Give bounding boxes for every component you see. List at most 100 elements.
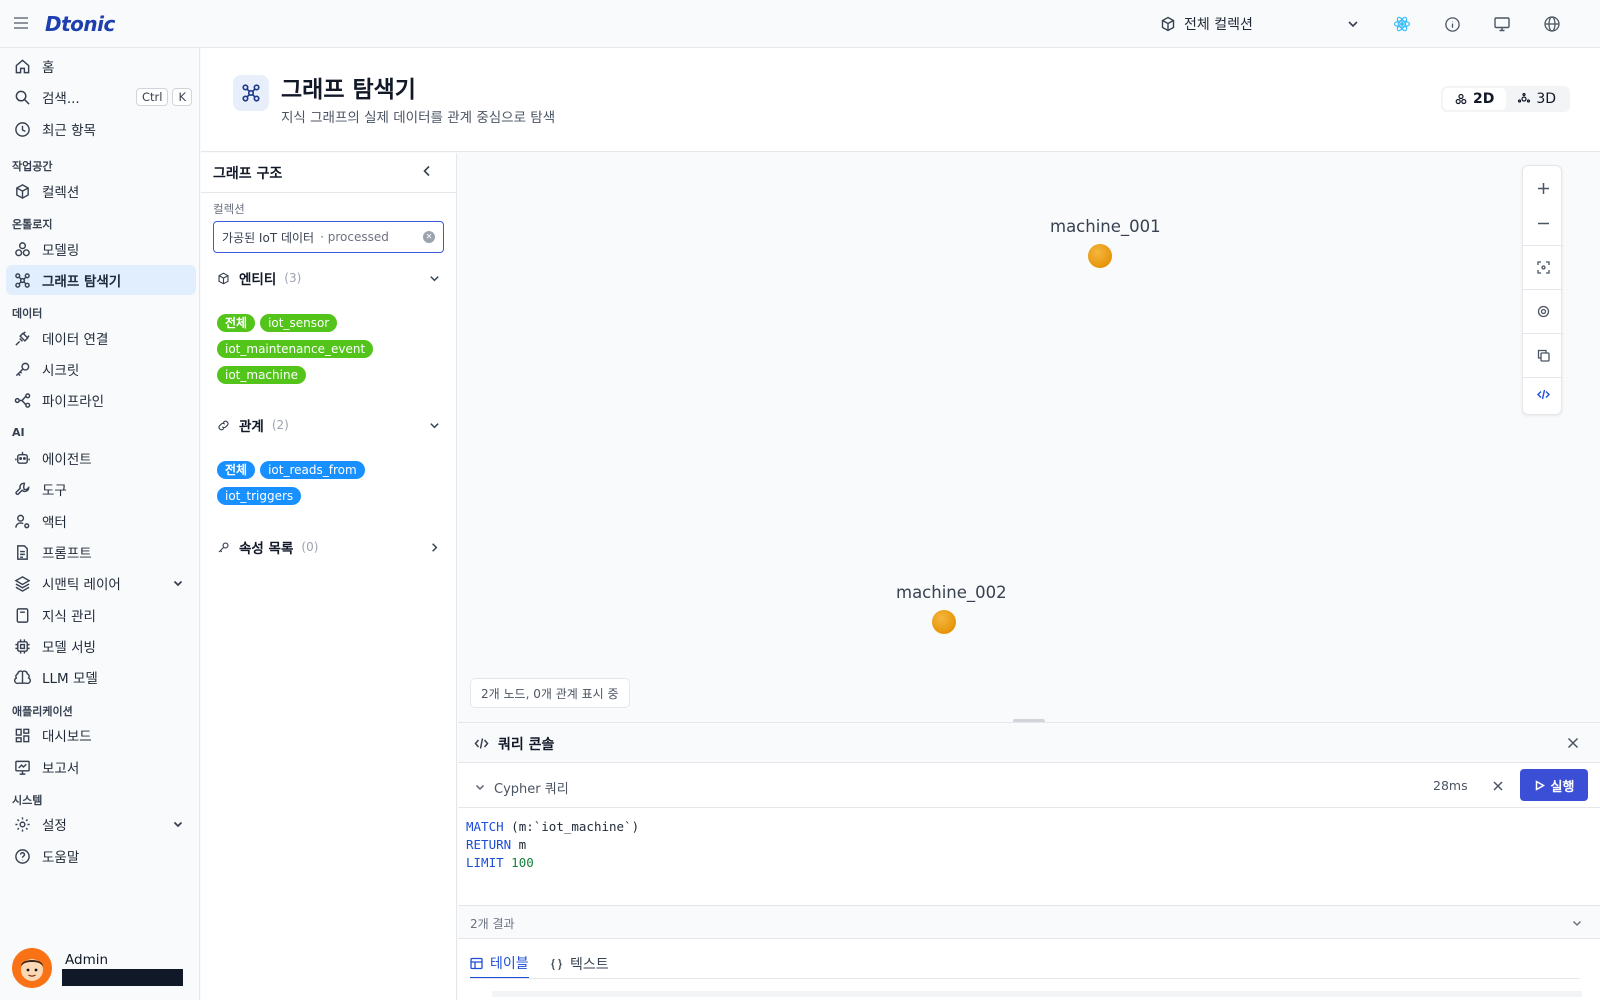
sidebar-item-graph-explorer[interactable]: 그래프 탐색기	[6, 265, 196, 295]
entity-tag-list: 전체 iot_sensor iot_maintenance_event iot_…	[217, 314, 442, 384]
sidebar-item-semantic-layer[interactable]: 시맨틱 레이어	[6, 568, 196, 598]
entity-tag[interactable]: 전체	[217, 314, 256, 332]
sidebar-item-settings[interactable]: 설정	[6, 809, 196, 839]
entities-section-header[interactable]: 엔티티 (3)	[217, 267, 441, 289]
sidebar-item-label: 데이터 연결	[42, 332, 109, 348]
sidebar-item-label: 설정	[42, 818, 67, 834]
link-icon	[218, 420, 229, 430]
relation-tag[interactable]: 전체	[217, 461, 256, 479]
plus-icon	[1537, 182, 1549, 194]
sidebar-item-prompt[interactable]: 프롬프트	[6, 537, 196, 567]
sidebar-item-secret[interactable]: 시크릿	[6, 354, 196, 384]
copy-button[interactable]	[1523, 333, 1563, 377]
graph-status: 2개 노드, 0개 관계 표시 중	[470, 678, 630, 708]
relation-tag[interactable]: iot_reads_from	[260, 461, 365, 479]
sidebar-item-label: 홈	[42, 60, 55, 76]
view-3d-button[interactable]: 3D	[1506, 88, 1568, 110]
relations-section-header[interactable]: 관계 (2)	[217, 414, 441, 436]
globe-icon[interactable]	[1540, 12, 1564, 36]
sidebar-item-report[interactable]: 보고서	[6, 752, 196, 782]
tab-table[interactable]: 테이블	[470, 949, 529, 979]
run-button[interactable]: 실행	[1520, 769, 1588, 801]
sidebar-item-model-serving[interactable]: 모델 서빙	[6, 631, 196, 661]
fit-view-button[interactable]	[1523, 245, 1563, 289]
clear-icon[interactable]: ✕	[423, 231, 435, 243]
chevron-down-icon	[430, 422, 439, 428]
collection-select[interactable]: 전체 컬렉션	[1160, 10, 1360, 38]
sidebar-item-help[interactable]: 도움말	[6, 841, 196, 871]
console-title: 쿼리 콘솔	[498, 737, 555, 753]
gear-icon	[1537, 305, 1549, 317]
sidebar-item-pipeline[interactable]: 파이프라인	[6, 385, 196, 415]
sidebar-item-label: 시크릿	[42, 363, 80, 379]
entity-tag[interactable]: iot_machine	[217, 366, 306, 384]
sidebar-item-collection[interactable]: 컬렉션	[6, 176, 196, 206]
chevron-down-icon	[173, 580, 183, 587]
sidebar-item-search[interactable]: 검색... Ctrl K	[6, 82, 196, 112]
bot-icon	[15, 451, 30, 464]
sidebar-item-label: 모델링	[42, 243, 80, 259]
user-name: Admin	[65, 952, 109, 968]
user-profile[interactable]: Admin	[10, 942, 190, 988]
query-editor[interactable]: MATCH (m:`iot_machine`) RETURN m LIMIT 1…	[466, 818, 639, 872]
sidebar: 홈 검색... Ctrl K 최근 항목 작업공간 컬렉션 온톨로지 모델링 그…	[0, 48, 200, 1000]
monitor-icon[interactable]	[1490, 12, 1514, 36]
file-text-icon	[17, 544, 28, 560]
console-header: 쿼리 콘솔	[458, 723, 1600, 763]
settings-button[interactable]	[1523, 289, 1563, 333]
sidebar-item-label: 보고서	[42, 761, 80, 777]
sidebar-item-data-connect[interactable]: 데이터 연결	[6, 323, 196, 353]
chevron-down-icon[interactable]	[474, 781, 486, 793]
sidebar-item-label: 지식 관리	[42, 609, 96, 625]
entities-count: (3)	[284, 271, 302, 285]
sidebar-item-recent[interactable]: 최근 항목	[6, 114, 196, 144]
home-icon	[15, 58, 30, 73]
sidebar-item-dashboard[interactable]: 대시보드	[6, 720, 196, 750]
relation-tag[interactable]: iot_triggers	[217, 487, 302, 505]
view-2d-button[interactable]: 2D	[1443, 88, 1507, 110]
app-logo[interactable]: Dtonic	[45, 12, 115, 36]
relations-count: (2)	[271, 418, 289, 432]
run-button-label: 실행	[1550, 779, 1575, 795]
close-icon[interactable]	[1566, 736, 1580, 750]
search-icon	[15, 90, 30, 105]
menu-icon[interactable]	[12, 14, 30, 32]
zoom-out-button[interactable]	[1523, 201, 1563, 245]
close-icon[interactable]	[1492, 780, 1504, 792]
graph-node[interactable]	[932, 610, 956, 634]
results-bar[interactable]: 2개 결과	[458, 905, 1600, 939]
page-subtitle: 지식 그래프의 실제 데이터를 관계 중심으로 탐색	[281, 110, 556, 126]
graph-node[interactable]	[1088, 244, 1112, 268]
code-button[interactable]	[1523, 372, 1563, 416]
react-icon[interactable]	[1390, 12, 1414, 36]
tab-text[interactable]: 텍스트	[550, 949, 609, 979]
entity-tag[interactable]: iot_sensor	[260, 314, 338, 332]
sidebar-item-tool[interactable]: 도구	[6, 474, 196, 504]
chevron-down-icon	[173, 821, 183, 828]
code-text: (m:`iot_machine`)	[503, 819, 640, 834]
collection-select-label: 전체 컬렉션	[1184, 17, 1253, 33]
view-3d-label: 3D	[1536, 91, 1557, 107]
graph-canvas[interactable]: machine_001 machine_002 2개 노드, 0개 관계 표시 …	[458, 153, 1600, 723]
results-count: 2개 결과	[470, 917, 515, 931]
sidebar-item-label: 컬렉션	[42, 185, 80, 201]
gear-icon	[15, 816, 30, 832]
sidebar-item-agent[interactable]: 에이전트	[6, 443, 196, 473]
sidebar-item-home[interactable]: 홈	[6, 51, 196, 81]
sidebar-item-actor[interactable]: 액터	[6, 506, 196, 536]
orbit-icon	[1518, 93, 1531, 103]
sidebar-item-label: 시맨틱 레이어	[42, 577, 121, 593]
entity-tag[interactable]: iot_maintenance_event	[217, 340, 374, 358]
info-icon[interactable]	[1440, 12, 1464, 36]
section-label-ai: AI	[12, 426, 25, 439]
clock-icon	[15, 121, 30, 137]
properties-section-header[interactable]: 속성 목록 (0)	[217, 536, 441, 558]
chevron-left-icon[interactable]	[419, 163, 435, 179]
chevron-down-icon	[1348, 21, 1358, 28]
chevron-right-icon	[432, 542, 438, 552]
sidebar-item-modeling[interactable]: 모델링	[6, 234, 196, 264]
collection-field[interactable]: 가공된 IoT 데이터 · processed ✕	[213, 221, 444, 253]
sidebar-item-llm-model[interactable]: LLM 모델	[6, 662, 196, 692]
section-label-apps: 애플리케이션	[12, 705, 73, 718]
sidebar-item-knowledge[interactable]: 지식 관리	[6, 600, 196, 630]
